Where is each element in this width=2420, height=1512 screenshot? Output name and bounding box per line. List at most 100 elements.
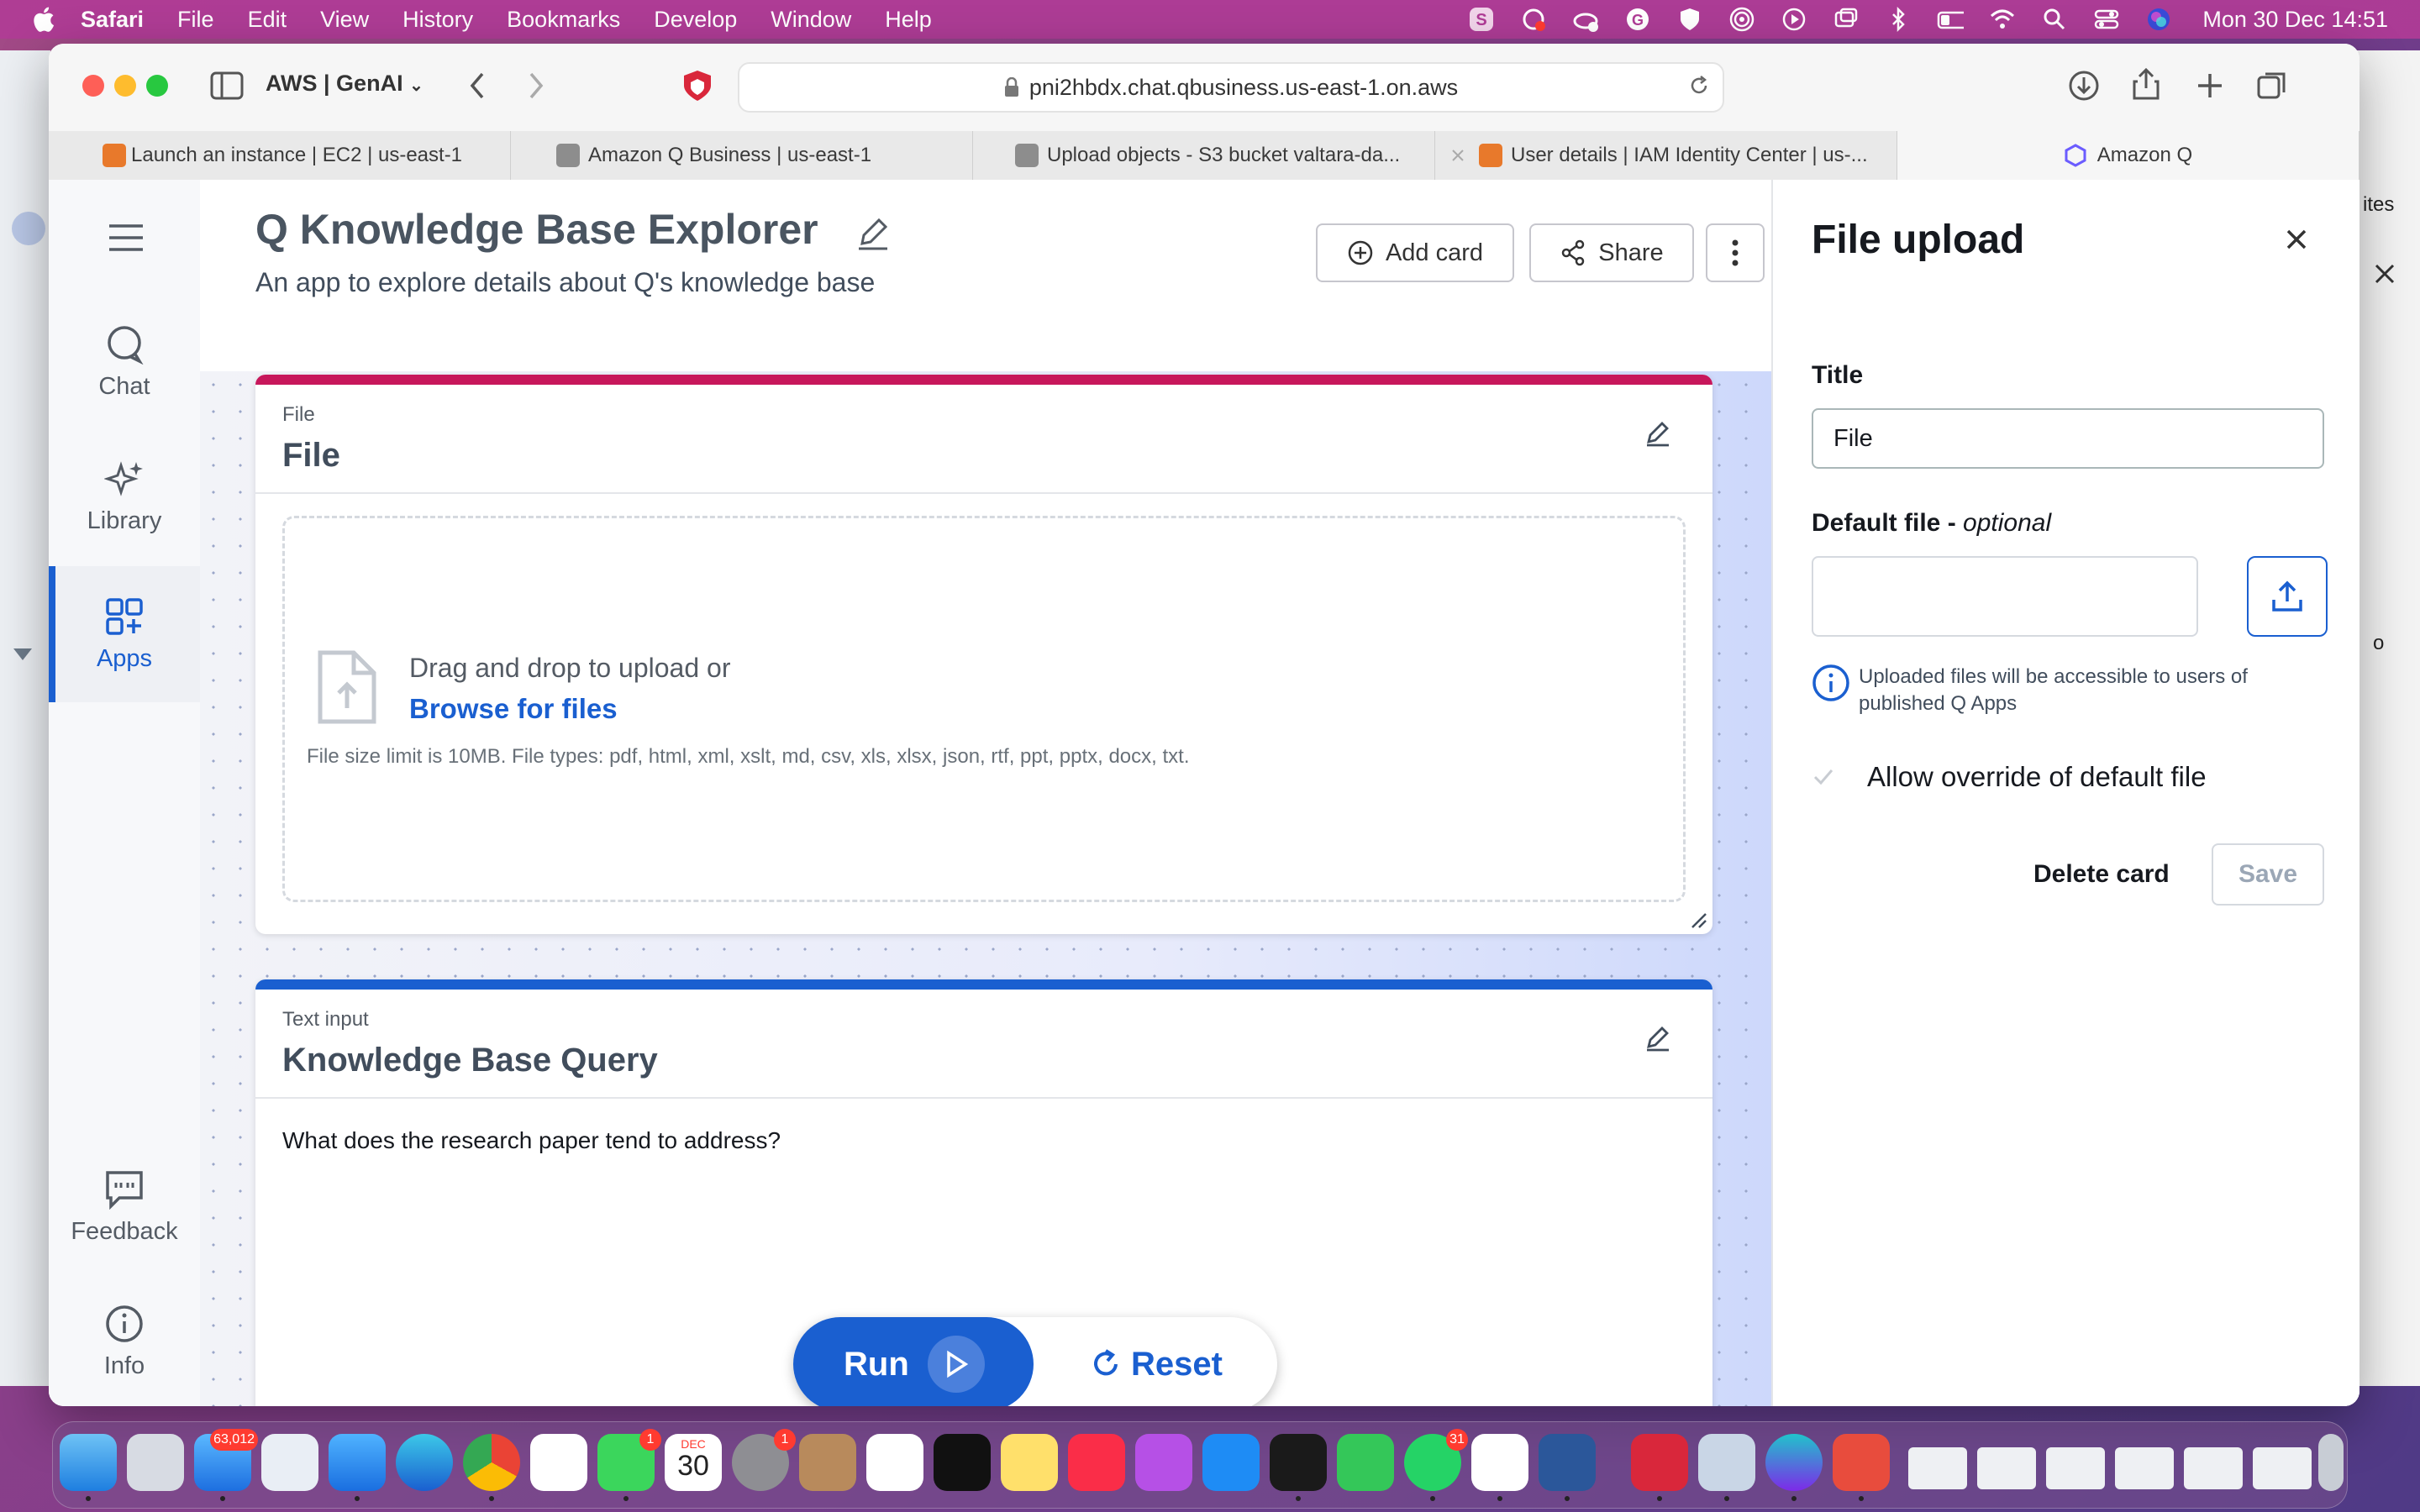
- notes-icon[interactable]: [1001, 1434, 1058, 1491]
- chrome-icon[interactable]: [463, 1434, 520, 1501]
- sidebar-toggle-icon[interactable]: [210, 69, 244, 102]
- music-icon[interactable]: [1068, 1434, 1125, 1491]
- app-store-icon[interactable]: [1202, 1434, 1260, 1491]
- creative-cloud-tray-icon[interactable]: [1572, 6, 1599, 33]
- downloads-icon[interactable]: [2065, 67, 2102, 104]
- minimized-window-thumbnail[interactable]: [2115, 1447, 2174, 1489]
- apple-logo-icon[interactable]: [30, 5, 55, 34]
- control-center-icon[interactable]: [2093, 6, 2120, 33]
- trash-icon[interactable]: [2318, 1434, 2344, 1491]
- hamburger-menu-icon[interactable]: [108, 223, 145, 256]
- apple-tv-icon[interactable]: [934, 1434, 991, 1491]
- brave-shield-icon[interactable]: [681, 69, 714, 102]
- battery-tray-icon[interactable]: [1937, 6, 1965, 33]
- more-options-button[interactable]: [1706, 223, 1765, 282]
- messages-icon[interactable]: 1: [597, 1429, 661, 1501]
- whatsapp-icon[interactable]: 31: [1404, 1429, 1468, 1501]
- play-tray-icon[interactable]: [1781, 6, 1807, 33]
- default-file-input[interactable]: [1812, 556, 2198, 637]
- nav-item-library[interactable]: Library: [49, 459, 200, 551]
- mail-icon[interactable]: 63,012: [194, 1429, 258, 1501]
- share-icon[interactable]: [2128, 66, 2165, 102]
- menu-file[interactable]: File: [177, 7, 214, 33]
- edit-card-pencil-icon[interactable]: [1644, 418, 1672, 451]
- menubar-clock[interactable]: Mon 30 Dec 14:51: [2202, 7, 2388, 33]
- maps-icon[interactable]: [261, 1434, 318, 1491]
- browse-files-link[interactable]: Browse for files: [409, 693, 618, 725]
- share-button[interactable]: Share: [1529, 223, 1694, 282]
- bluetooth-tray-icon[interactable]: [1885, 6, 1912, 33]
- vpn-shield-tray-icon[interactable]: [1676, 6, 1703, 33]
- add-card-button[interactable]: Add card: [1316, 223, 1514, 282]
- minimized-window-thumbnail[interactable]: [2046, 1447, 2105, 1489]
- browser-tab-s3[interactable]: Upload objects - S3 bucket valtara-da...: [973, 131, 1435, 180]
- nav-item-info[interactable]: Info: [49, 1304, 200, 1396]
- wifi-tray-icon[interactable]: [1989, 6, 2016, 33]
- grammarly-tray-icon[interactable]: G: [1624, 6, 1651, 33]
- save-button[interactable]: Save: [2212, 843, 2324, 906]
- window-minimize-button[interactable]: [114, 75, 136, 97]
- canva-icon[interactable]: [1765, 1434, 1823, 1501]
- browser-tab-q-business[interactable]: Amazon Q Business | us-east-1: [511, 131, 973, 180]
- menu-history[interactable]: History: [402, 7, 473, 33]
- address-bar[interactable]: pni2hbdx.chat.qbusiness.us-east-1.on.aws: [738, 62, 1724, 113]
- screen-mirroring-tray-icon[interactable]: [1833, 6, 1860, 33]
- system-settings-icon[interactable]: 1: [732, 1429, 796, 1491]
- edit-title-pencil-icon[interactable]: [855, 215, 891, 255]
- word-icon[interactable]: [1539, 1434, 1596, 1501]
- delete-card-button[interactable]: Delete card: [2033, 843, 2170, 906]
- facetime-icon[interactable]: [1337, 1434, 1394, 1491]
- tab-close-icon[interactable]: [1450, 148, 1465, 163]
- terminal-icon[interactable]: [1270, 1434, 1327, 1501]
- cloud-sync-tray-icon[interactable]: [1520, 6, 1547, 33]
- podcasts-icon[interactable]: [1135, 1434, 1192, 1491]
- slack-icon[interactable]: [1471, 1434, 1528, 1501]
- menu-view[interactable]: View: [320, 7, 369, 33]
- file-dropzone[interactable]: Drag and drop to upload or Browse for fi…: [282, 516, 1686, 902]
- airdrop-tray-icon[interactable]: [1728, 6, 1755, 33]
- forward-arrow-icon[interactable]: [519, 69, 553, 102]
- close-panel-icon[interactable]: [2284, 227, 2309, 256]
- menu-bookmarks[interactable]: Bookmarks: [507, 7, 620, 33]
- reset-button[interactable]: Reset: [1089, 1317, 1223, 1406]
- edit-card-pencil-icon[interactable]: [1644, 1023, 1672, 1056]
- browser-tab-iam[interactable]: User details | IAM Identity Center | us-…: [1435, 131, 1897, 180]
- window-close-button[interactable]: [82, 75, 104, 97]
- back-arrow-icon[interactable]: [460, 69, 494, 102]
- upload-file-button[interactable]: [2247, 556, 2328, 637]
- launchpad-icon[interactable]: [127, 1434, 184, 1491]
- photos-icon[interactable]: [530, 1434, 587, 1491]
- spotlight-search-icon[interactable]: [2041, 6, 2068, 33]
- title-input[interactable]: [1812, 408, 2324, 469]
- menu-help[interactable]: Help: [885, 7, 932, 33]
- browser-tab-ec2[interactable]: Launch an instance | EC2 | us-east-1: [49, 131, 511, 180]
- window-zoom-button[interactable]: [146, 75, 168, 97]
- reminders-icon[interactable]: [866, 1434, 923, 1491]
- edge-icon[interactable]: [396, 1434, 453, 1491]
- menu-edit[interactable]: Edit: [248, 7, 287, 33]
- allow-override-checkbox[interactable]: [1812, 765, 1835, 789]
- minimized-window-thumbnail[interactable]: [2253, 1447, 2312, 1489]
- minimized-window-thumbnail[interactable]: [2184, 1447, 2243, 1489]
- contacts-icon[interactable]: [799, 1434, 856, 1491]
- finder-icon[interactable]: [60, 1434, 117, 1501]
- reload-icon[interactable]: [1687, 74, 1711, 97]
- minimized-window-thumbnail[interactable]: [1908, 1447, 1967, 1489]
- nav-item-chat[interactable]: Chat: [49, 324, 200, 417]
- tab-group-selector[interactable]: AWS | GenAI ⌄: [266, 71, 424, 97]
- siri-icon[interactable]: [2145, 6, 2172, 33]
- safari-icon[interactable]: [329, 1434, 386, 1501]
- query-text-input[interactable]: What does the research paper tend to add…: [282, 1127, 781, 1154]
- browser-tab-amazon-q-active[interactable]: Amazon Q: [1897, 131, 2360, 180]
- menu-develop[interactable]: Develop: [654, 7, 737, 33]
- calendar-icon[interactable]: DEC 30: [665, 1434, 722, 1491]
- file-card[interactable]: File File Drag and drop to upload or Bro…: [255, 375, 1712, 934]
- nav-item-apps[interactable]: Apps: [49, 566, 200, 702]
- resize-handle-icon[interactable]: [1689, 911, 1707, 929]
- minimized-window-thumbnail[interactable]: [1977, 1447, 2036, 1489]
- remote-desktop-icon[interactable]: [1833, 1434, 1890, 1501]
- nav-item-feedback[interactable]: Feedback: [49, 1169, 200, 1262]
- preview-icon[interactable]: [1698, 1434, 1755, 1501]
- new-tab-plus-icon[interactable]: [2191, 67, 2228, 104]
- brave-shield-dock-icon[interactable]: [1631, 1434, 1688, 1501]
